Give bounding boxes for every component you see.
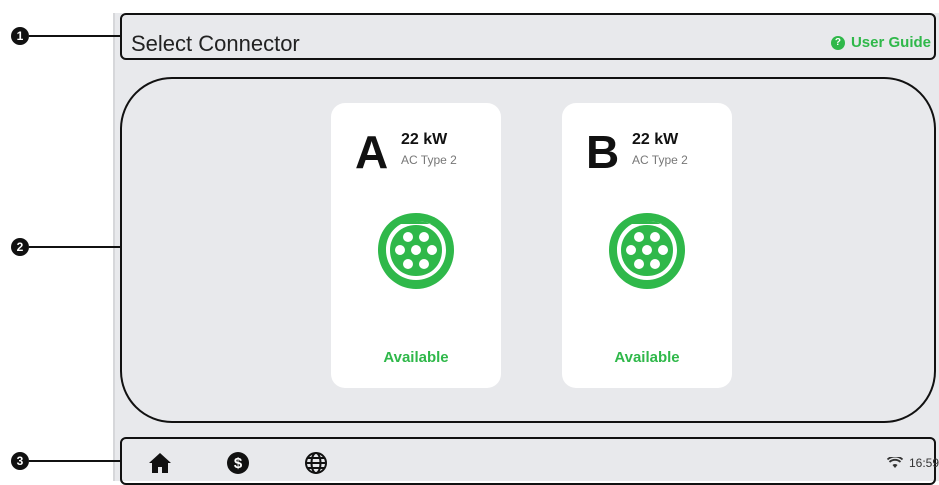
- connector-status: Available: [383, 349, 449, 366]
- callout-number: 2: [11, 238, 29, 256]
- callout-number: 3: [11, 452, 29, 470]
- user-guide-link[interactable]: ? User Guide: [830, 34, 931, 51]
- globe-icon[interactable]: [303, 450, 329, 476]
- callout-marker-3: 3: [11, 452, 120, 470]
- connector-letter: B: [586, 126, 619, 178]
- connector-card-b[interactable]: B 22 kW AC Type 2 Available: [562, 103, 732, 388]
- page-title: Select Connector: [131, 31, 300, 56]
- type2-plug-icon: [609, 213, 685, 289]
- svg-text:$: $: [234, 455, 243, 472]
- connector-type: AC Type 2: [401, 153, 457, 167]
- connector-letter: A: [355, 126, 388, 178]
- connector-type: AC Type 2: [632, 153, 688, 167]
- connector-power: 22 kW: [632, 131, 679, 148]
- footer-nav: $: [147, 450, 329, 476]
- status-area: 16:59: [886, 456, 939, 470]
- callout-line: [29, 460, 120, 462]
- dollar-icon[interactable]: $: [225, 450, 251, 476]
- connector-card-a[interactable]: A 22 kW AC Type 2 Available: [331, 103, 501, 388]
- connector-status: Available: [614, 349, 680, 366]
- wifi-icon: [886, 457, 903, 468]
- main-callout-frame: [120, 77, 936, 423]
- user-guide-label: User Guide: [850, 34, 931, 51]
- home-icon[interactable]: [147, 450, 173, 476]
- clock-time: 16:59: [908, 456, 939, 470]
- callout-line: [29, 246, 120, 248]
- callout-marker-1: 1: [11, 27, 120, 45]
- callout-number: 1: [11, 27, 29, 45]
- callout-marker-2: 2: [11, 238, 120, 256]
- type2-plug-icon: [378, 213, 454, 289]
- connector-power: 22 kW: [401, 131, 448, 148]
- question-icon: ?: [830, 35, 845, 50]
- callout-line: [29, 35, 120, 37]
